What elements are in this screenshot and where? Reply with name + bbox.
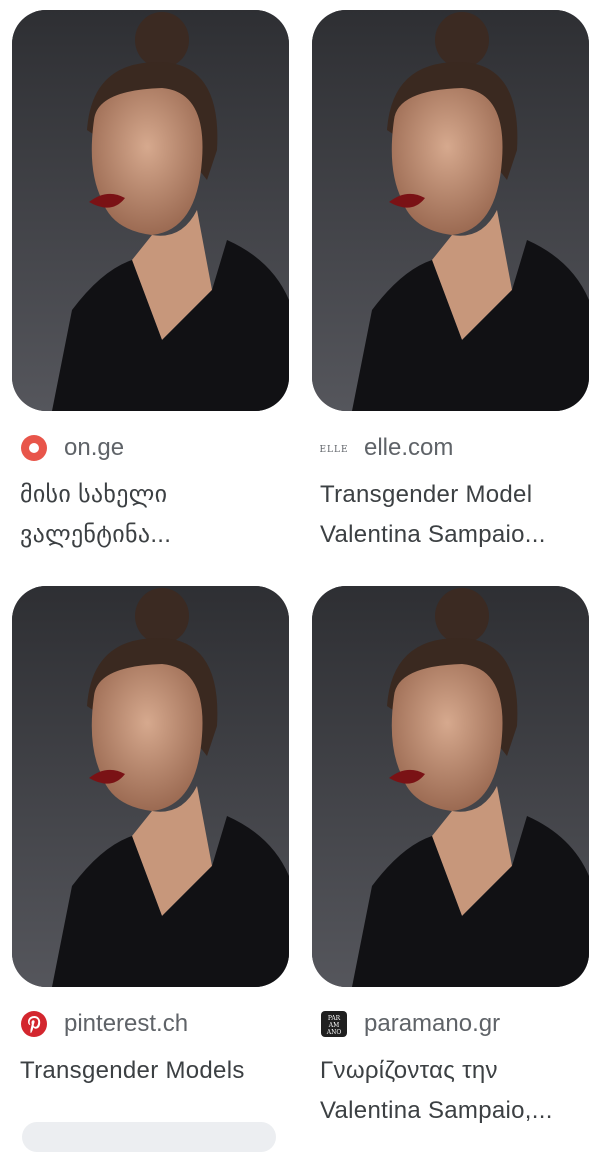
result-source[interactable]: pinterest.ch	[12, 1009, 289, 1039]
result-source[interactable]: PAR AM ANO paramano.gr	[312, 1009, 589, 1039]
result-title[interactable]: Transgender Models	[12, 1051, 282, 1091]
portrait-image	[12, 586, 289, 987]
portrait-image	[312, 586, 589, 987]
source-name: on.ge	[64, 434, 125, 461]
source-name: pinterest.ch	[64, 1010, 189, 1037]
title-line: მისი სახელი	[20, 481, 168, 508]
svg-text:AM: AM	[328, 1022, 339, 1029]
on-ge-icon	[20, 434, 48, 462]
result-title[interactable]: Γνωρίζοντας την Valentina Sampaio,...	[312, 1051, 582, 1131]
pinterest-icon	[20, 1010, 48, 1038]
result-thumbnail[interactable]	[12, 10, 289, 411]
paramano-icon: PAR AM ANO	[320, 1010, 348, 1038]
result-thumbnail[interactable]	[12, 586, 289, 987]
portrait-image	[312, 10, 589, 411]
result-source[interactable]: ELLE elle.com	[312, 433, 589, 463]
portrait-image	[12, 10, 289, 411]
image-results-grid: on.ge მისი სახელი ვალენტინა... ELLE elle…	[0, 0, 596, 1152]
source-name: paramano.gr	[364, 1010, 501, 1037]
result-thumbnail[interactable]	[312, 10, 589, 411]
result-title[interactable]: მისი სახელი ვალენტინა...	[12, 475, 282, 555]
svg-text:ANO: ANO	[326, 1029, 342, 1036]
next-result-chip[interactable]	[22, 1122, 276, 1152]
title-line: ვალენტინა...	[20, 521, 172, 548]
title-line: Transgender Model	[320, 481, 533, 508]
result-thumbnail[interactable]	[312, 586, 589, 987]
elle-icon: ELLE	[320, 434, 348, 462]
svg-text:PAR: PAR	[328, 1015, 341, 1022]
title-line: Γνωρίζοντας την	[320, 1057, 498, 1084]
title-line: Valentina Sampaio,...	[320, 1097, 553, 1124]
title-line: Valentina Sampaio...	[320, 521, 546, 548]
result-card[interactable]: PAR AM ANO paramano.gr Γνωρίζοντας την V…	[312, 586, 589, 1131]
result-title[interactable]: Transgender Model Valentina Sampaio...	[312, 475, 582, 555]
svg-text:ELLE: ELLE	[320, 445, 348, 455]
result-card[interactable]: ELLE elle.com Transgender Model Valentin…	[312, 10, 589, 555]
title-line: Transgender Models	[20, 1057, 245, 1084]
result-source[interactable]: on.ge	[12, 433, 289, 463]
result-card[interactable]: pinterest.ch Transgender Models	[12, 586, 289, 1091]
result-card[interactable]: on.ge მისი სახელი ვალენტინა...	[12, 10, 289, 555]
source-name: elle.com	[364, 434, 454, 461]
